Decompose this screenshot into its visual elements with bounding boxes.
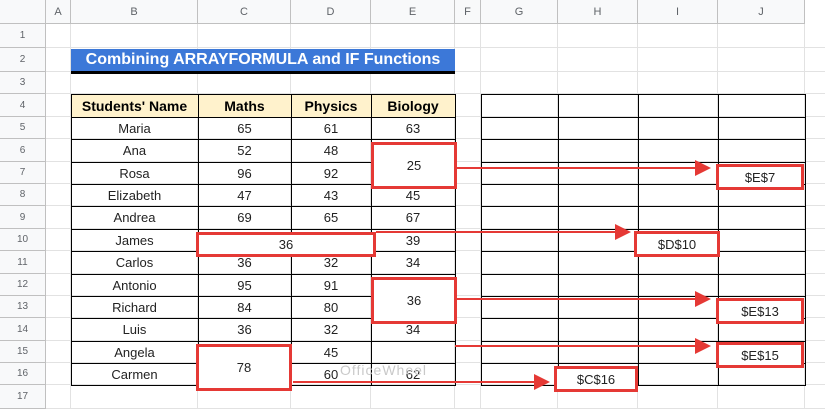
table-cell-physics[interactable]: 91 xyxy=(291,274,371,296)
table-cell-name[interactable]: Luis xyxy=(71,318,198,341)
column-header-e[interactable]: E xyxy=(371,0,455,24)
table-cell-physics[interactable]: 80 xyxy=(291,296,371,318)
table-cell-biology[interactable]: 39 xyxy=(371,229,455,251)
table-cell-name[interactable]: Maria xyxy=(71,117,198,139)
row-header-8[interactable]: 8 xyxy=(0,184,46,206)
table-cell-physics[interactable]: 92 xyxy=(291,162,371,184)
merged-cell-c15-c16[interactable]: 78 xyxy=(196,344,292,391)
ref-border-h xyxy=(481,229,806,230)
table-border-h xyxy=(71,206,456,207)
table-cell-maths[interactable]: 84 xyxy=(198,296,291,318)
table-cell-name[interactable]: Elizabeth xyxy=(71,184,198,206)
row-header-2[interactable]: 2 xyxy=(0,48,46,72)
table-cell-physics[interactable]: 43 xyxy=(291,184,371,206)
row-header-4[interactable]: 4 xyxy=(0,94,46,117)
ref-border-h xyxy=(481,385,806,386)
page-title: Combining ARRAYFORMULA and IF Functions xyxy=(71,49,455,74)
table-cell-biology[interactable]: 67 xyxy=(371,206,455,229)
table-cell-physics[interactable]: 48 xyxy=(291,139,371,162)
column-header-a[interactable]: A xyxy=(46,0,71,24)
ref-cell-j7[interactable]: $E$7 xyxy=(716,164,804,190)
ref-border-h xyxy=(481,296,806,297)
table-cell-name[interactable]: Andrea xyxy=(71,206,198,229)
row-header-6[interactable]: 6 xyxy=(0,139,46,162)
table-cell-maths[interactable]: 69 xyxy=(198,206,291,229)
table-border-h xyxy=(71,117,456,118)
row-header-9[interactable]: 9 xyxy=(0,206,46,229)
row-header-12[interactable]: 12 xyxy=(0,274,46,296)
table-cell-name[interactable]: Carlos xyxy=(71,251,198,274)
row-header-13[interactable]: 13 xyxy=(0,296,46,318)
table-cell-physics[interactable]: 32 xyxy=(291,318,371,341)
ref-cell-i10[interactable]: $D$10 xyxy=(634,231,720,257)
table-cell-name[interactable]: James xyxy=(71,229,198,251)
table-cell-physics[interactable]: 61 xyxy=(291,117,371,139)
table-border-h xyxy=(71,274,456,275)
column-header-f[interactable]: F xyxy=(455,0,481,24)
ref-border-h xyxy=(481,274,806,275)
ref-border-h xyxy=(481,206,806,207)
table-cell-name[interactable]: Rosa xyxy=(71,162,198,184)
row-header-7[interactable]: 7 xyxy=(0,162,46,184)
row-header-1[interactable]: 1 xyxy=(0,24,46,48)
merged-cell-e6-e7[interactable]: 25 xyxy=(371,142,457,189)
table-cell-biology[interactable]: 34 xyxy=(371,251,455,274)
table-header-2: Physics xyxy=(291,94,371,117)
ref-border-h xyxy=(481,162,806,163)
table-cell-name[interactable]: Ana xyxy=(71,139,198,162)
row-header-11[interactable]: 11 xyxy=(0,251,46,274)
table-cell-name[interactable]: Angela xyxy=(71,341,198,363)
column-header-g[interactable]: G xyxy=(481,0,558,24)
column-header-d[interactable]: D xyxy=(291,0,371,24)
merged-cell-e12-e13[interactable]: 36 xyxy=(371,277,457,324)
table-cell-maths[interactable]: 47 xyxy=(198,184,291,206)
table-header-1: Maths xyxy=(198,94,291,117)
table-cell-name[interactable]: Antonio xyxy=(71,274,198,296)
row-header-16[interactable]: 16 xyxy=(0,363,46,385)
table-header-0: Students' Name xyxy=(71,94,198,117)
merged-cell-c10-d10[interactable]: 36 xyxy=(196,232,376,257)
row-header-17[interactable]: 17 xyxy=(0,385,46,409)
watermark: OfficeWheel xyxy=(340,362,427,378)
row-header-15[interactable]: 15 xyxy=(0,341,46,363)
row-header-3[interactable]: 3 xyxy=(0,72,46,94)
table-cell-maths[interactable]: 96 xyxy=(198,162,291,184)
ref-cell-h16[interactable]: $C$16 xyxy=(554,366,638,392)
row-header-5[interactable]: 5 xyxy=(0,117,46,139)
column-header-b[interactable]: B xyxy=(71,0,198,24)
table-cell-name[interactable]: Carmen xyxy=(71,363,198,385)
table-header-3: Biology xyxy=(371,94,455,117)
column-header-i[interactable]: I xyxy=(638,0,718,24)
table-cell-maths[interactable]: 36 xyxy=(198,318,291,341)
gridline-h xyxy=(46,47,825,48)
column-header-c[interactable]: C xyxy=(198,0,291,24)
ref-border-h xyxy=(481,117,806,118)
table-cell-physics[interactable]: 65 xyxy=(291,206,371,229)
ref-cell-j13[interactable]: $E$13 xyxy=(716,298,804,324)
ref-border-h xyxy=(481,94,806,95)
ref-cell-j15[interactable]: $E$15 xyxy=(716,342,804,368)
table-border-h xyxy=(71,341,456,342)
table-border-h xyxy=(71,229,456,230)
column-header-h[interactable]: H xyxy=(558,0,638,24)
column-header-j[interactable]: J xyxy=(718,0,805,24)
row-header-10[interactable]: 10 xyxy=(0,229,46,251)
table-cell-maths[interactable]: 65 xyxy=(198,117,291,139)
select-all-corner[interactable] xyxy=(0,0,46,24)
table-cell-maths[interactable]: 52 xyxy=(198,139,291,162)
table-cell-name[interactable]: Richard xyxy=(71,296,198,318)
table-border-h xyxy=(71,139,456,140)
table-cell-biology[interactable]: 63 xyxy=(371,117,455,139)
ref-border-h xyxy=(481,139,806,140)
row-header-14[interactable]: 14 xyxy=(0,318,46,341)
table-border-h xyxy=(71,94,456,95)
table-cell-maths[interactable]: 95 xyxy=(198,274,291,296)
